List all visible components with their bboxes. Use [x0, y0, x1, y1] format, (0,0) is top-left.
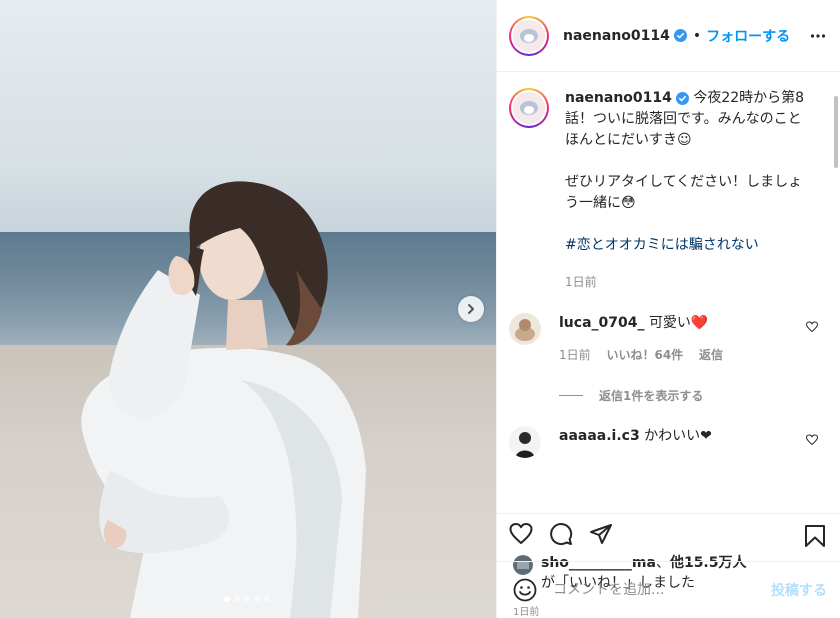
post-photo[interactable]: [0, 0, 496, 618]
header-separator: •: [692, 27, 702, 44]
action-bar: [497, 513, 840, 553]
follow-button[interactable]: フォローする: [706, 26, 790, 46]
reply-button[interactable]: 返信: [699, 348, 723, 362]
avatar-image: [520, 28, 538, 43]
comment-item: luca_0704_ 可愛い❤️ 1日前 いいね！64件 返信: [509, 313, 840, 365]
post-header: naenano0114 • フォローする: [497, 0, 840, 72]
commenter-avatar[interactable]: [509, 426, 541, 458]
comment-like-icon[interactable]: [806, 434, 818, 446]
photo-person: [81, 181, 367, 618]
more-horizontal-icon[interactable]: [810, 28, 826, 44]
author-avatar[interactable]: [509, 15, 549, 56]
verified-badge-icon: [675, 91, 689, 105]
heart-icon[interactable]: [509, 522, 533, 546]
comment-text: かわいい❤: [644, 428, 712, 444]
post-caption: naenano0114 今夜22時から第8話！ついに脱落回です。みんなのことほん…: [509, 88, 840, 293]
carousel-dots: [224, 596, 270, 602]
bookmark-icon[interactable]: [804, 524, 826, 548]
author-username[interactable]: naenano0114: [563, 28, 670, 44]
view-replies-label: 返信1件を表示する: [599, 389, 704, 403]
avatar-image: [509, 313, 541, 345]
comment-item: aaaaa.i.c3 かわいい❤: [509, 426, 840, 458]
caption-avatar[interactable]: [509, 88, 549, 128]
comment-text: 可愛い❤️: [648, 315, 709, 331]
comment-input[interactable]: [553, 582, 771, 598]
comments-scrollbar[interactable]: [833, 74, 838, 446]
add-comment-bar: 投稿する: [497, 561, 840, 618]
commenter-avatar[interactable]: [509, 313, 541, 345]
avatar-image: [520, 101, 538, 115]
carousel-dot: [244, 596, 250, 602]
post-comment-button[interactable]: 投稿する: [771, 580, 827, 600]
chevron-right-icon: [468, 304, 474, 314]
carousel-dot: [234, 596, 240, 602]
post-side-panel: naenano0114 • フォローする naenano0114 今夜22時から…: [496, 0, 840, 618]
view-replies-button[interactable]: 返信1件を表示する: [559, 387, 840, 404]
emoji-icon[interactable]: [513, 578, 537, 602]
comment-likes[interactable]: いいね！64件: [606, 348, 683, 362]
share-icon[interactable]: [589, 522, 613, 546]
caption-text-line2: ぜひリアタイしてください！しましょう一緒に😳: [565, 174, 803, 211]
comment-username[interactable]: aaaaa.i.c3: [559, 428, 640, 444]
comment-icon[interactable]: [549, 522, 573, 546]
comment-username[interactable]: luca_0704_: [559, 315, 644, 331]
comment-like-icon[interactable]: [806, 321, 818, 333]
carousel-dot: [254, 596, 260, 602]
comment-time[interactable]: 1日前: [559, 348, 591, 362]
verified-badge-icon: [673, 29, 687, 42]
caption-time[interactable]: 1日前: [565, 272, 807, 293]
carousel-dot: [264, 596, 270, 602]
next-photo-button[interactable]: [458, 296, 484, 322]
caption-hashtag[interactable]: #恋とオオカミには騙されない: [565, 237, 759, 253]
carousel-dot: [224, 596, 230, 602]
avatar-image: [509, 426, 541, 458]
caption-username[interactable]: naenano0114: [565, 90, 672, 106]
post-dialog: naenano0114 • フォローする naenano0114 今夜22時から…: [0, 0, 840, 618]
comments-list[interactable]: naenano0114 今夜22時から第8話！ついに脱落回です。みんなのことほん…: [497, 72, 840, 513]
